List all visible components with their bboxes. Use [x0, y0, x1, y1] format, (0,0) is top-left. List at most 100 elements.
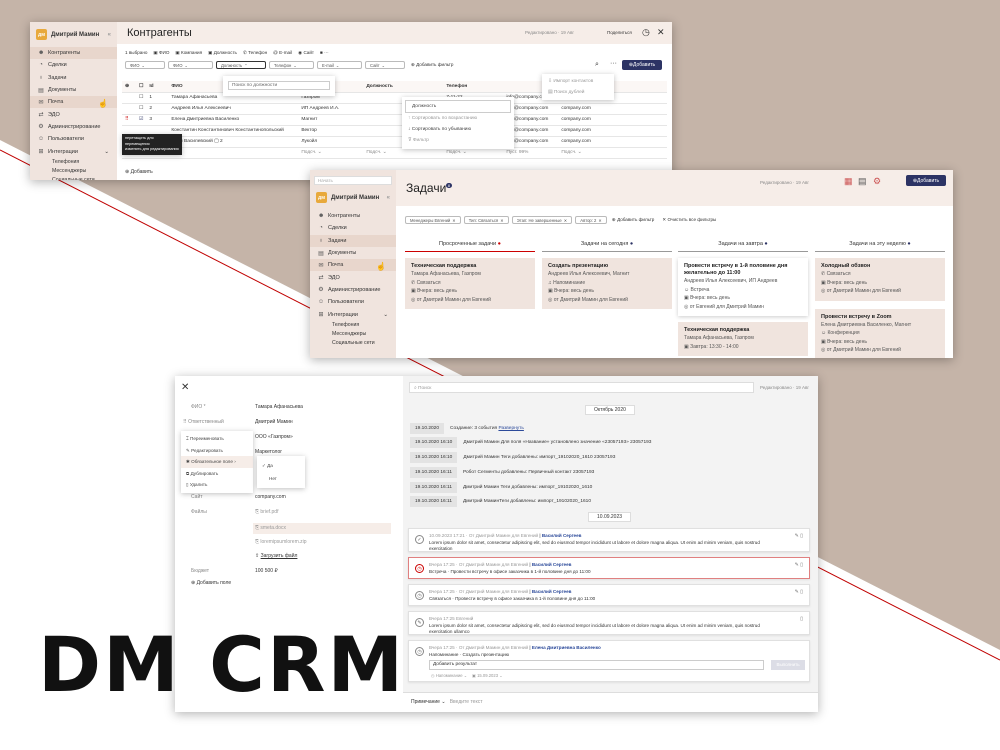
history-task-card[interactable]: ✓ 10.09.2023 17:21 · От Дмитрий Мамин для…: [408, 528, 810, 552]
table-row[interactable]: Илья Василевский ▢ 2Лукойл7-11-22info@co…: [122, 136, 667, 148]
ctx-rename[interactable]: ⌶ Переименовать: [181, 433, 253, 445]
comment-icon[interactable]: ▢ 2: [214, 139, 223, 144]
close-icon[interactable]: ✕: [181, 382, 189, 393]
nav-integrations[interactable]: ⊞ Интеграции ⌄: [310, 308, 396, 320]
share-link[interactable]: Поделиться: [607, 30, 632, 35]
note-icon[interactable]: ✎: [415, 618, 424, 627]
task-assignee[interactable]: Василий Сергеев: [542, 533, 582, 538]
ctx-duplicate[interactable]: ⧉ Дублировать: [181, 468, 253, 480]
import-contacts[interactable]: ⇩ Импорт контактов: [542, 76, 614, 87]
filter-chip-stage[interactable]: Этап: Не завершенные ✕: [511, 216, 573, 224]
filter-fio[interactable]: ФИО ⌄: [125, 61, 165, 69]
user-block[interactable]: ДМ Дмитрий Мамин «: [310, 185, 396, 210]
field-value[interactable]: company.com: [255, 494, 286, 500]
toolbar-fio[interactable]: ▣ ФИО: [153, 50, 169, 56]
clock-icon[interactable]: ◷: [415, 564, 424, 573]
nav-tasks[interactable]: ♁ Задачи: [30, 72, 117, 84]
add-filter-link[interactable]: ⊕ Добавить фильтр: [411, 61, 453, 69]
close-icon[interactable]: ✕: [657, 27, 665, 38]
upload-file-link[interactable]: ⇪ Загрузить файл: [255, 553, 297, 559]
collapse-icon[interactable]: «: [108, 32, 111, 38]
submenu-yes[interactable]: ✓ Да: [257, 459, 305, 472]
result-input[interactable]: Добавить результат: [429, 660, 764, 670]
nav-docs[interactable]: ▤ Документы: [30, 84, 117, 96]
field-value[interactable]: Тамара Афанасьева: [255, 404, 303, 410]
nav-sub-messengers[interactable]: Мессенджеры: [310, 330, 396, 339]
nav-edo[interactable]: ⇄ ЭДО: [310, 271, 396, 283]
submenu-no[interactable]: Нет: [257, 472, 305, 485]
sidebar-search-input[interactable]: Начать: [314, 176, 392, 185]
nav-sub-social[interactable]: Социальные сети: [30, 176, 117, 180]
add-task-button[interactable]: ⊕ Добавить: [906, 175, 946, 186]
more-icon[interactable]: ···: [610, 60, 617, 67]
nav-edo[interactable]: ⇄ ЭДО: [30, 108, 117, 120]
nav-tasks[interactable]: ♁ Задачи: [310, 234, 396, 247]
table-row[interactable]: ☐ 2 Андреев Илья Алексеевич ИП Андреев И.А.…: [122, 103, 667, 115]
nav-users[interactable]: ☺ Пользователи: [310, 296, 396, 308]
sort-asc[interactable]: ↑ Сортировать по возрастанию: [402, 113, 514, 124]
settings-icon[interactable]: ⚙: [873, 176, 881, 187]
add-filter-link[interactable]: ⊕ Добавить фильтр: [612, 217, 654, 223]
nav-sub-telephony[interactable]: Телефония: [310, 321, 396, 330]
task-card[interactable]: Создать презентацию Андреев Илья Алексеев…: [542, 258, 672, 309]
edit-delete-icons[interactable]: ✎ ▯: [795, 562, 803, 568]
ctx-required[interactable]: ✱ Обязательное поле ›: [181, 456, 253, 468]
filter-chip-author[interactable]: Автор: 2 ✕: [575, 216, 607, 224]
table-row-selected[interactable]: ⠿☑3Елена Дмитриевна ВасиленкоМагнит7-11-…: [122, 114, 667, 126]
col-id[interactable]: Id: [146, 81, 169, 93]
delete-icon[interactable]: ▯: [800, 616, 803, 622]
note-input[interactable]: Введите текст: [450, 699, 483, 705]
nav-admin[interactable]: ⚙ Администрирование: [310, 284, 396, 296]
task-card[interactable]: Техническая поддержка Тамара Афанасьева, …: [678, 322, 808, 356]
nav-contacts[interactable]: ☻ Контрагенты: [30, 47, 117, 60]
nav-admin[interactable]: ⚙ Администрирование: [30, 121, 117, 133]
note-type-select[interactable]: Примечание ⌄: [411, 699, 446, 705]
field-value[interactable]: 100 500 ₽: [255, 568, 278, 574]
history-task-card[interactable]: ◷ Вчера 17:25 · От Дмитрий Мамин для Евге…: [408, 557, 810, 579]
nav-deals[interactable]: ◔ Сделки: [310, 222, 396, 234]
toolbar-position[interactable]: ▣ Должность: [208, 50, 237, 56]
task-assignee[interactable]: Василий Сергеев: [532, 589, 572, 594]
filter-chip-type[interactable]: Тип: Связаться ✕: [463, 216, 509, 224]
row-checkbox[interactable]: ☐: [136, 103, 147, 115]
history-search-input[interactable]: ⌕ Поиск: [409, 382, 754, 393]
col-phone[interactable]: Телефон: [443, 81, 504, 93]
clear-filters-link[interactable]: ✕ Очистить все фильтры: [662, 217, 716, 223]
clock-icon[interactable]: ◷: [642, 27, 650, 38]
field-company[interactable]: ООО «Газпром»: [255, 434, 293, 440]
task-card[interactable]: Провести встречу в 1-й половине дня жела…: [678, 258, 808, 316]
filter-site[interactable]: Сайт ⌄: [365, 61, 405, 69]
nav-mail[interactable]: ✉ Почта ☝: [30, 96, 117, 109]
ctx-edit[interactable]: ✎ Редактировать: [181, 445, 253, 457]
task-card[interactable]: Провести встречу в Zoom Елена Дмитриевна …: [815, 308, 945, 358]
sort-filter[interactable]: ⊽ Фильтр: [402, 135, 514, 146]
kanban-view-icon[interactable]: ▦: [844, 176, 853, 187]
nav-sub-social[interactable]: Социальные сети: [310, 339, 396, 348]
filter-email[interactable]: E-mail ⌄: [317, 61, 362, 69]
edit-delete-icons[interactable]: ✎ ▯: [795, 533, 803, 539]
table-row[interactable]: Константин Константинович Константинопол…: [122, 125, 667, 137]
filter-position[interactable]: Должность ⌃: [216, 61, 266, 69]
history-task-card[interactable]: ◷ Вчера 17:25 · От Дмитрий Мамин для Евге…: [408, 584, 810, 606]
col-position[interactable]: Должность: [363, 81, 444, 93]
field-position[interactable]: Маркетолог: [255, 449, 282, 455]
checkbox-header[interactable]: ☐: [136, 81, 147, 93]
file-item[interactable]: ⎘ brief.pdf: [255, 509, 278, 515]
nav-sub-telephony[interactable]: Телефония: [30, 158, 117, 167]
sum-cell[interactable]: Подсч. ⌄: [298, 147, 364, 159]
position-search-input[interactable]: Поиск по должности: [228, 81, 330, 90]
search-icon[interactable]: ⌕: [595, 61, 599, 69]
user-block[interactable]: ДМ Дмитрий Мамин «: [30, 22, 117, 47]
toolbar-company[interactable]: ▣ Компания: [175, 50, 202, 56]
more-icon[interactable]: ■ ···: [320, 50, 329, 56]
nav-deals[interactable]: ◔ Сделки: [30, 59, 117, 71]
ctx-delete[interactable]: ▯ Удалить: [181, 479, 253, 491]
sort-desc[interactable]: ↓ Сортировать по убыванию: [402, 124, 514, 135]
history-note-card[interactable]: ✎ Вчера 17:25 Евгений Lorem ipsum dolor si…: [408, 611, 810, 635]
row-checkbox-checked[interactable]: ☑: [136, 114, 147, 126]
task-card[interactable]: Холодный обзвон ✆ Связаться ▣ Вчера: весь …: [815, 258, 945, 301]
clock-icon[interactable]: ◷: [415, 591, 424, 600]
field-value[interactable]: Дмитрий Мамин: [255, 419, 293, 425]
filter-chip-manager[interactable]: Менеджеры Евгений ✕: [405, 216, 461, 224]
nav-contacts[interactable]: ☻ Контрагенты: [310, 210, 396, 222]
